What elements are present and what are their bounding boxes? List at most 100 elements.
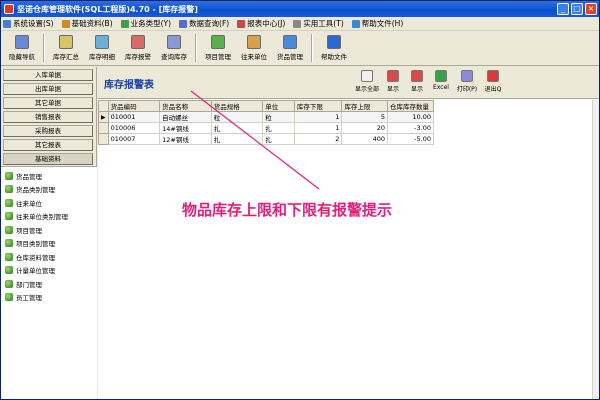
business-icon [120, 19, 129, 28]
goods-management-button[interactable]: 货品管理 [272, 32, 308, 64]
help-icon [351, 19, 360, 28]
list-item[interactable]: 货品类别管理 [1, 183, 97, 197]
table-cell[interactable]: -5.00 [387, 133, 434, 145]
table-row[interactable]: ▶ 010001 自动螺丝 粒 粒 1 5 10.00 [98, 111, 434, 123]
list-item[interactable]: 项目类别管理 [1, 237, 97, 251]
menu-data-query[interactable]: 数据查询(F) [179, 18, 229, 29]
nav-sales-reports[interactable]: 销售报表 [3, 111, 93, 123]
table-cell[interactable]: 1 [293, 111, 343, 123]
show-all-button[interactable]: 显示全部 [354, 68, 380, 96]
nav-purchase-reports[interactable]: 采购报表 [3, 125, 93, 137]
excel-export-button[interactable]: Excel [430, 68, 452, 96]
table-cell[interactable]: 2 [293, 133, 343, 145]
tools-icon [293, 19, 302, 28]
nav-other-reports[interactable]: 其它报表 [3, 139, 93, 151]
title-bar: 坚诺仓库管理软件(SQL工程版)4.70 - [库存报警] _ □ × [1, 1, 599, 17]
table-cell[interactable]: 010007 [107, 133, 161, 145]
main-toolbar: 隐藏导航 库存汇总 库存明细 库存报警 查询库存 项目管理 往来单位 货品管理 … [1, 32, 599, 66]
alert-icon [131, 35, 145, 49]
table-cell[interactable]: 扎 [262, 133, 295, 145]
report-header: 库存报警表 显示全部 显示 显示 Excel 打印(P) 退出Q [98, 67, 599, 99]
folder-icon [5, 185, 13, 194]
menu-report-center[interactable]: 报表中心(J) [237, 18, 285, 29]
alarm-icon [411, 70, 423, 82]
list-item[interactable]: 往来单位类别管理 [1, 210, 97, 224]
table-cell[interactable]: 010006 [107, 122, 161, 134]
maximize-button[interactable]: □ [571, 3, 583, 15]
detail-icon [95, 35, 109, 49]
folder-icon [5, 252, 13, 261]
help-file-button[interactable]: 帮助文件 [316, 32, 352, 64]
table-cell[interactable]: -3.00 [387, 122, 434, 134]
navigation-icon [15, 35, 29, 49]
alarm-icon [387, 70, 399, 82]
list-item[interactable]: 往来单位 [1, 196, 97, 210]
report-actions: 显示全部 显示 显示 Excel 打印(P) 退出Q [354, 68, 504, 96]
folder-icon [5, 279, 13, 288]
show-lower-button[interactable]: 显示 [382, 68, 404, 96]
hide-nav-button[interactable]: 隐藏导航 [4, 32, 40, 64]
table-row[interactable]: 010007 12#钢线 扎 扎 2 400 -5.00 [98, 133, 434, 145]
nav-inbound-docs[interactable]: 入库单据 [3, 69, 93, 81]
column-header[interactable]: 库存上限 [341, 100, 389, 112]
annotation-text: 物品库存上限和下限有报警提示 [182, 201, 393, 219]
column-header[interactable]: 单位 [262, 100, 295, 112]
table-row[interactable]: 010006 14#钢线 扎 扎 1 20 -3.00 [98, 122, 434, 134]
table-cell[interactable]: 扎 [210, 133, 264, 145]
list-item[interactable]: 货品管理 [1, 169, 97, 183]
menu-business-type[interactable]: 业务类型(Y) [120, 18, 171, 29]
query-icon [167, 35, 181, 49]
menu-bar: 系统设置(S) 基础资料(B) 业务类型(Y) 数据查询(F) 报表中心(J) … [1, 17, 599, 31]
exit-icon [487, 70, 499, 82]
list-item[interactable]: 部门管理 [1, 277, 97, 291]
list-item[interactable]: 仓库资料管理 [1, 250, 97, 264]
close-button[interactable]: × [585, 3, 597, 15]
folder-icon [5, 239, 13, 248]
table-cell[interactable]: 14#钢线 [159, 122, 212, 134]
summary-icon [59, 35, 73, 49]
window-title: 坚诺仓库管理软件(SQL工程版)4.70 - [库存报警] [17, 4, 198, 14]
table-cell[interactable]: 自动螺丝 [159, 111, 212, 123]
table-cell[interactable]: 粒 [262, 111, 295, 123]
table-header-row: 货品编码 货品名称 货品规格 单位 库存下限 库存上限 仓库库存数量 [98, 100, 434, 112]
table-cell[interactable]: 12#钢线 [159, 133, 212, 145]
print-button[interactable]: 打印(P) [454, 68, 480, 96]
menu-system-settings[interactable]: 系统设置(S) [3, 18, 54, 29]
column-header[interactable]: 货品规格 [210, 100, 264, 112]
vertical-scrollbar[interactable] [592, 100, 599, 399]
inventory-summary-button[interactable]: 库存汇总 [48, 32, 84, 64]
column-header[interactable]: 仓库库存数量 [387, 100, 434, 112]
nav-basic-data[interactable]: 基础资料 [3, 153, 93, 165]
table-cell[interactable]: 5 [341, 111, 389, 123]
minimize-button[interactable]: _ [557, 3, 569, 15]
row-indicator [98, 122, 109, 134]
contacts-button[interactable]: 往来单位 [236, 32, 272, 64]
column-header[interactable]: 库存下限 [293, 100, 343, 112]
column-header[interactable]: 货品名称 [159, 100, 212, 112]
table-cell[interactable]: 粒 [210, 111, 264, 123]
table-cell[interactable]: 1 [293, 122, 343, 134]
menu-tools[interactable]: 实用工具(T) [293, 18, 344, 29]
nav-other-docs[interactable]: 其它单据 [3, 97, 93, 109]
table-cell[interactable]: 扎 [210, 122, 264, 134]
list-item[interactable]: 项目管理 [1, 223, 97, 237]
inventory-detail-button[interactable]: 库存明细 [84, 32, 120, 64]
project-management-button[interactable]: 项目管理 [200, 32, 236, 64]
table-cell[interactable]: 010001 [107, 111, 161, 123]
nav-outbound-docs[interactable]: 出库单据 [3, 83, 93, 95]
table-cell[interactable]: 10.00 [387, 111, 434, 123]
inventory-alert-button[interactable]: 库存报警 [120, 32, 156, 64]
menu-help[interactable]: 帮助文件(H) [351, 18, 403, 29]
list-item[interactable]: 计量单位管理 [1, 264, 97, 278]
show-upper-button[interactable]: 显示 [406, 68, 428, 96]
navigation-panel: 入库单据 出库单据 其它单据 销售报表 采购报表 其它报表 基础资料 货品管理 … [1, 67, 97, 399]
table-cell[interactable]: 400 [341, 133, 389, 145]
house-icon [211, 35, 225, 49]
query-inventory-button[interactable]: 查询库存 [156, 32, 192, 64]
table-cell[interactable]: 20 [341, 122, 389, 134]
table-cell[interactable]: 扎 [262, 122, 295, 134]
exit-button[interactable]: 退出Q [482, 68, 504, 96]
menu-basic-data[interactable]: 基础资料(B) [61, 18, 113, 29]
column-header[interactable]: 货品编码 [107, 100, 161, 112]
list-item[interactable]: 员工管理 [1, 291, 97, 305]
